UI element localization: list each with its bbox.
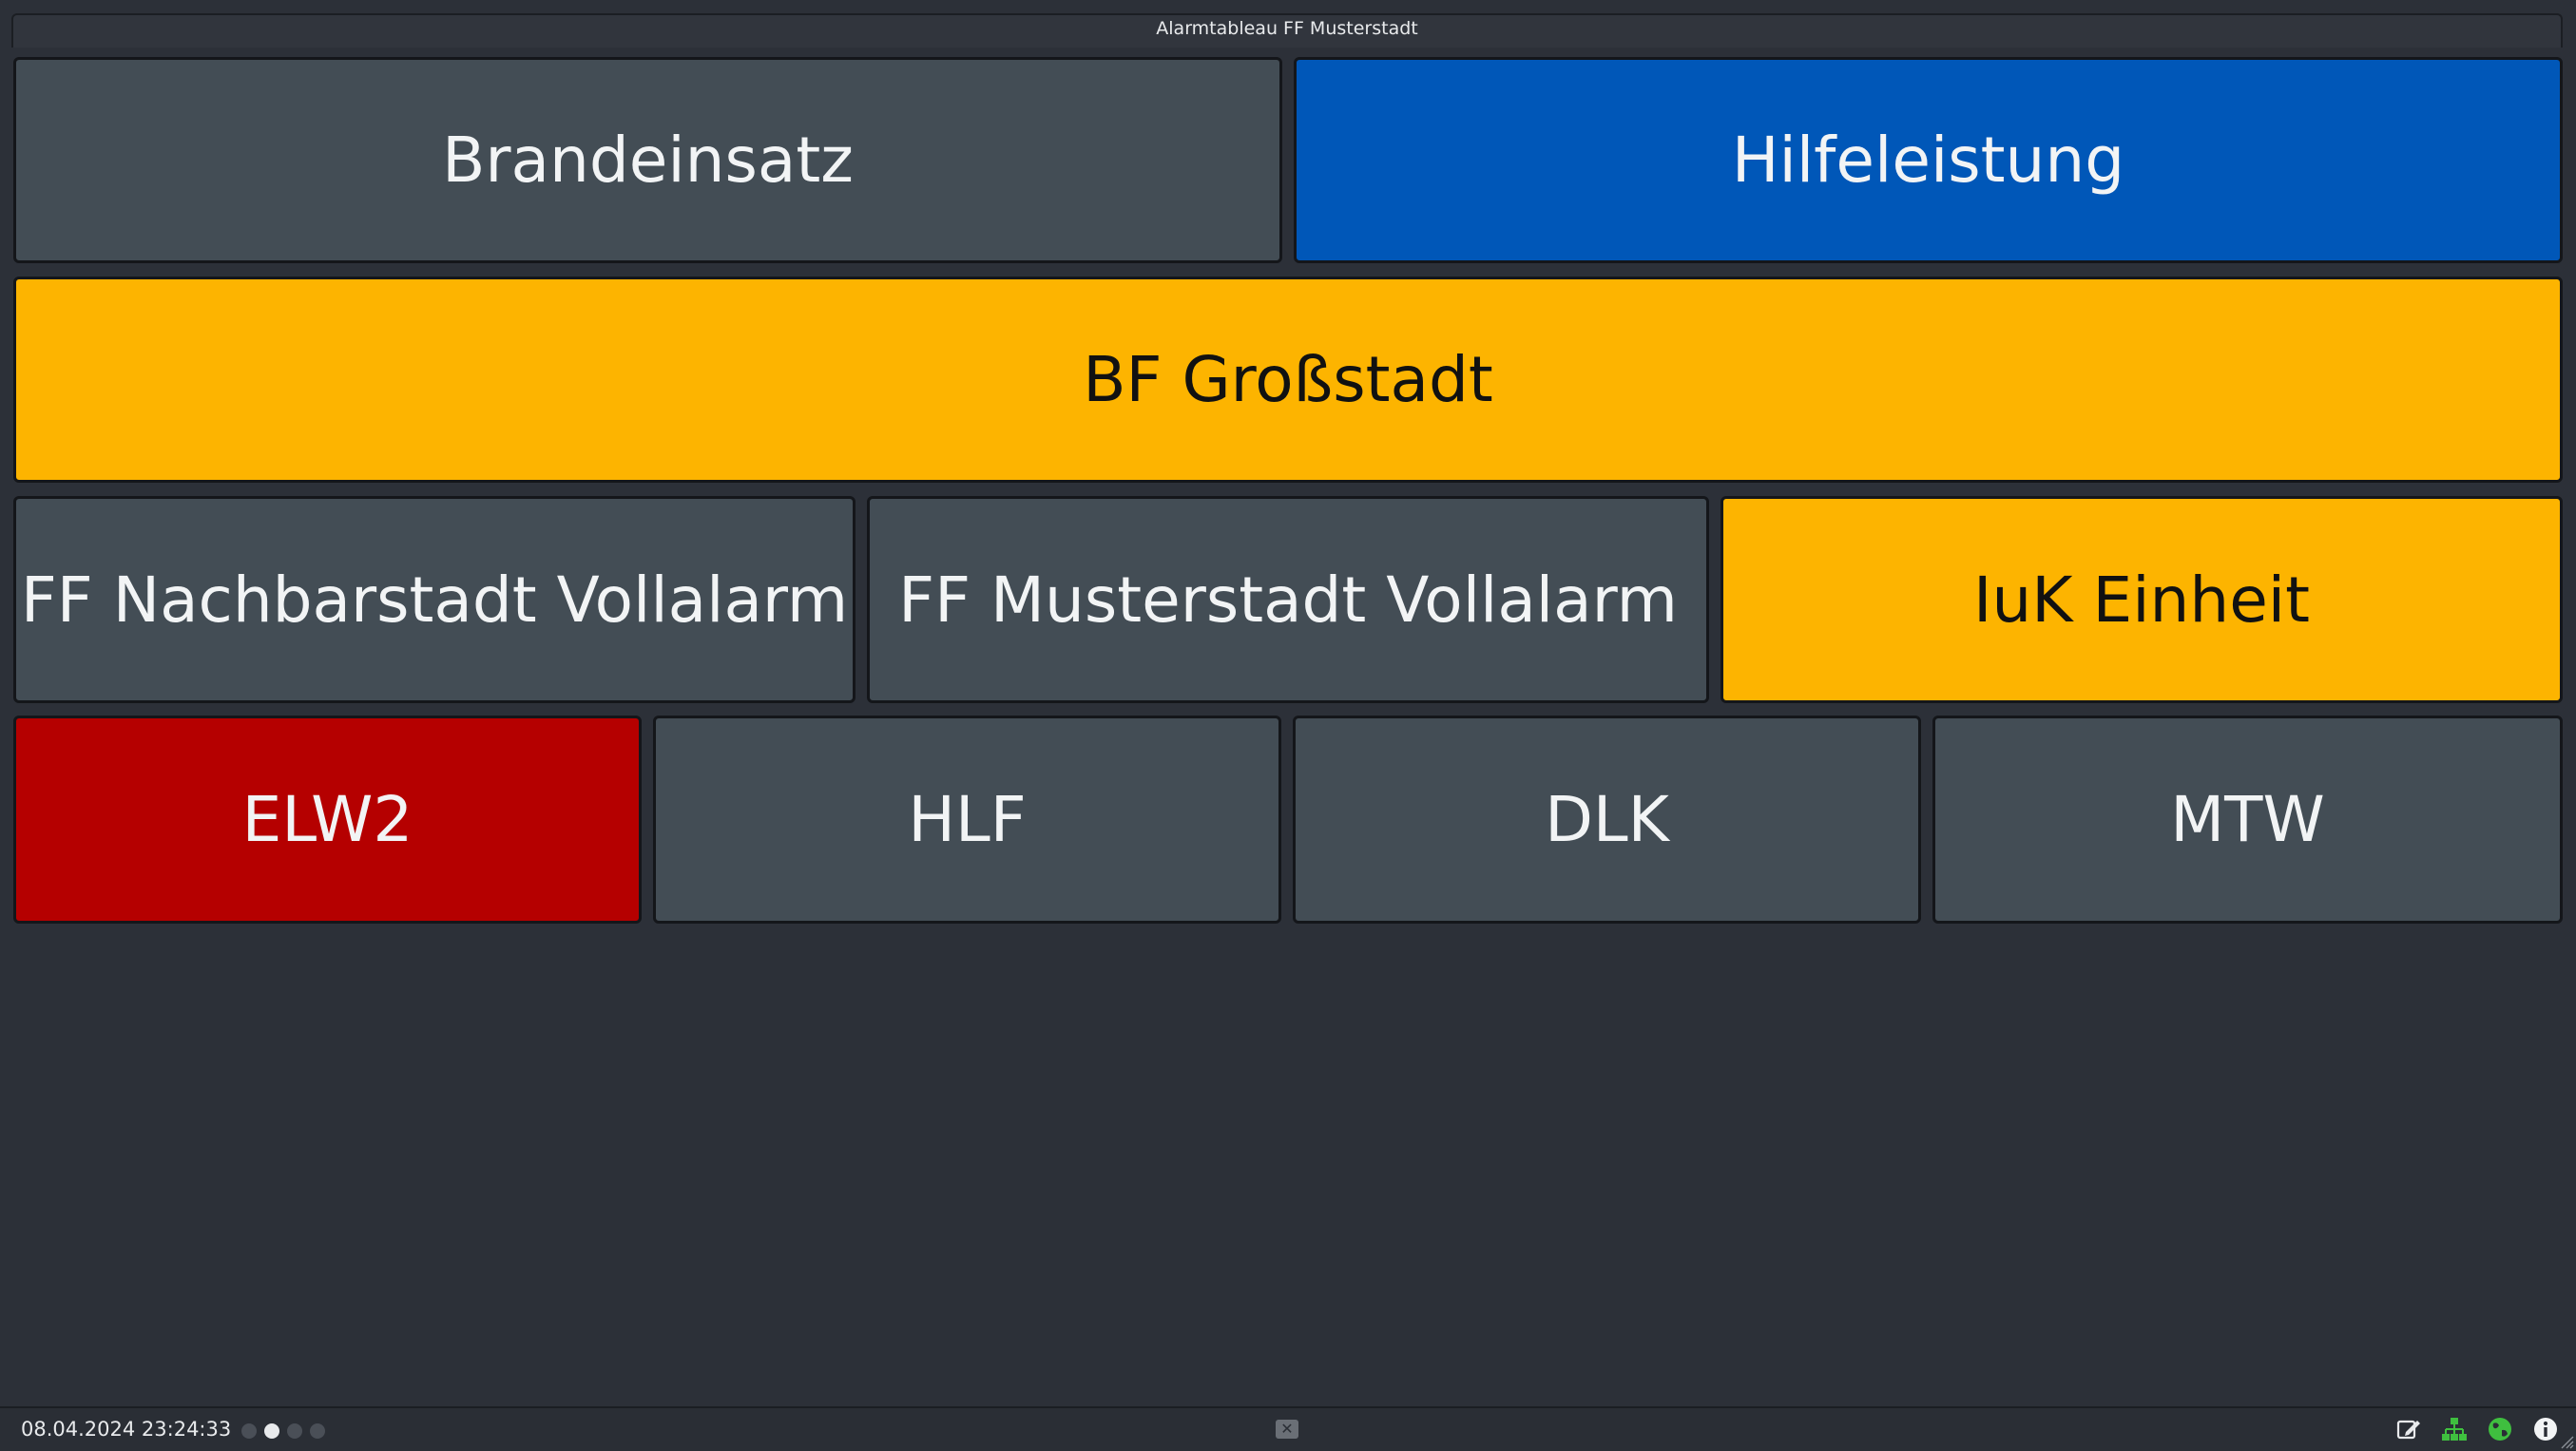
network-icon[interactable]: [2441, 1416, 2468, 1442]
close-icon[interactable]: ✕: [1276, 1420, 1298, 1439]
datetime-display: 08.04.2024 23:24:33: [21, 1418, 232, 1441]
tile-label: Brandeinsatz: [442, 124, 854, 197]
tile-label: HLF: [908, 783, 1027, 856]
resize-grip-icon[interactable]: [2559, 1434, 2574, 1449]
page-indicator: [241, 1423, 325, 1439]
tile-label: BF Großstadt: [1083, 343, 1493, 416]
tile-elw2[interactable]: ELW2: [13, 716, 642, 924]
tile-brandeinsatz[interactable]: Brandeinsatz: [13, 57, 1282, 263]
tile-mtw[interactable]: MTW: [1932, 716, 2563, 924]
app-window: Alarmtableau FF Musterstadt Brandeinsatz…: [0, 0, 2576, 1451]
status-bar: 08.04.2024 23:24:33 ✕: [0, 1406, 2576, 1451]
system-tray: [2395, 1416, 2559, 1442]
tile-label: MTW: [2170, 783, 2325, 856]
tile-label: FF Musterstadt Vollalarm: [898, 563, 1678, 637]
info-icon[interactable]: [2532, 1416, 2559, 1442]
tile-dlk[interactable]: DLK: [1293, 716, 1921, 924]
window-title: Alarmtableau FF Musterstadt: [1156, 18, 1418, 39]
tile-label: FF Nachbarstadt Vollalarm: [20, 563, 849, 637]
page-dot-1[interactable]: [241, 1423, 257, 1439]
tile-ff-nachbarstadt-vollalarm[interactable]: FF Nachbarstadt Vollalarm: [13, 496, 855, 703]
tile-label: DLK: [1545, 783, 1669, 856]
tile-label: Hilfeleistung: [1731, 124, 2125, 197]
edit-icon[interactable]: [2395, 1416, 2422, 1442]
tile-hilfeleistung[interactable]: Hilfeleistung: [1294, 57, 2563, 263]
title-bar: Alarmtableau FF Musterstadt: [11, 13, 2563, 48]
globe-icon[interactable]: [2487, 1416, 2513, 1442]
page-dot-3[interactable]: [287, 1423, 302, 1439]
tile-iuk-einheit[interactable]: IuK Einheit: [1721, 496, 2563, 703]
page-dot-2-active[interactable]: [264, 1423, 279, 1439]
tile-hlf[interactable]: HLF: [653, 716, 1281, 924]
tile-label: ELW2: [241, 783, 413, 856]
page-dot-4[interactable]: [310, 1423, 325, 1439]
tile-label: IuK Einheit: [1972, 563, 2311, 637]
tile-bf-grossstadt[interactable]: BF Großstadt: [13, 277, 2563, 483]
tile-ff-musterstadt-vollalarm[interactable]: FF Musterstadt Vollalarm: [867, 496, 1709, 703]
